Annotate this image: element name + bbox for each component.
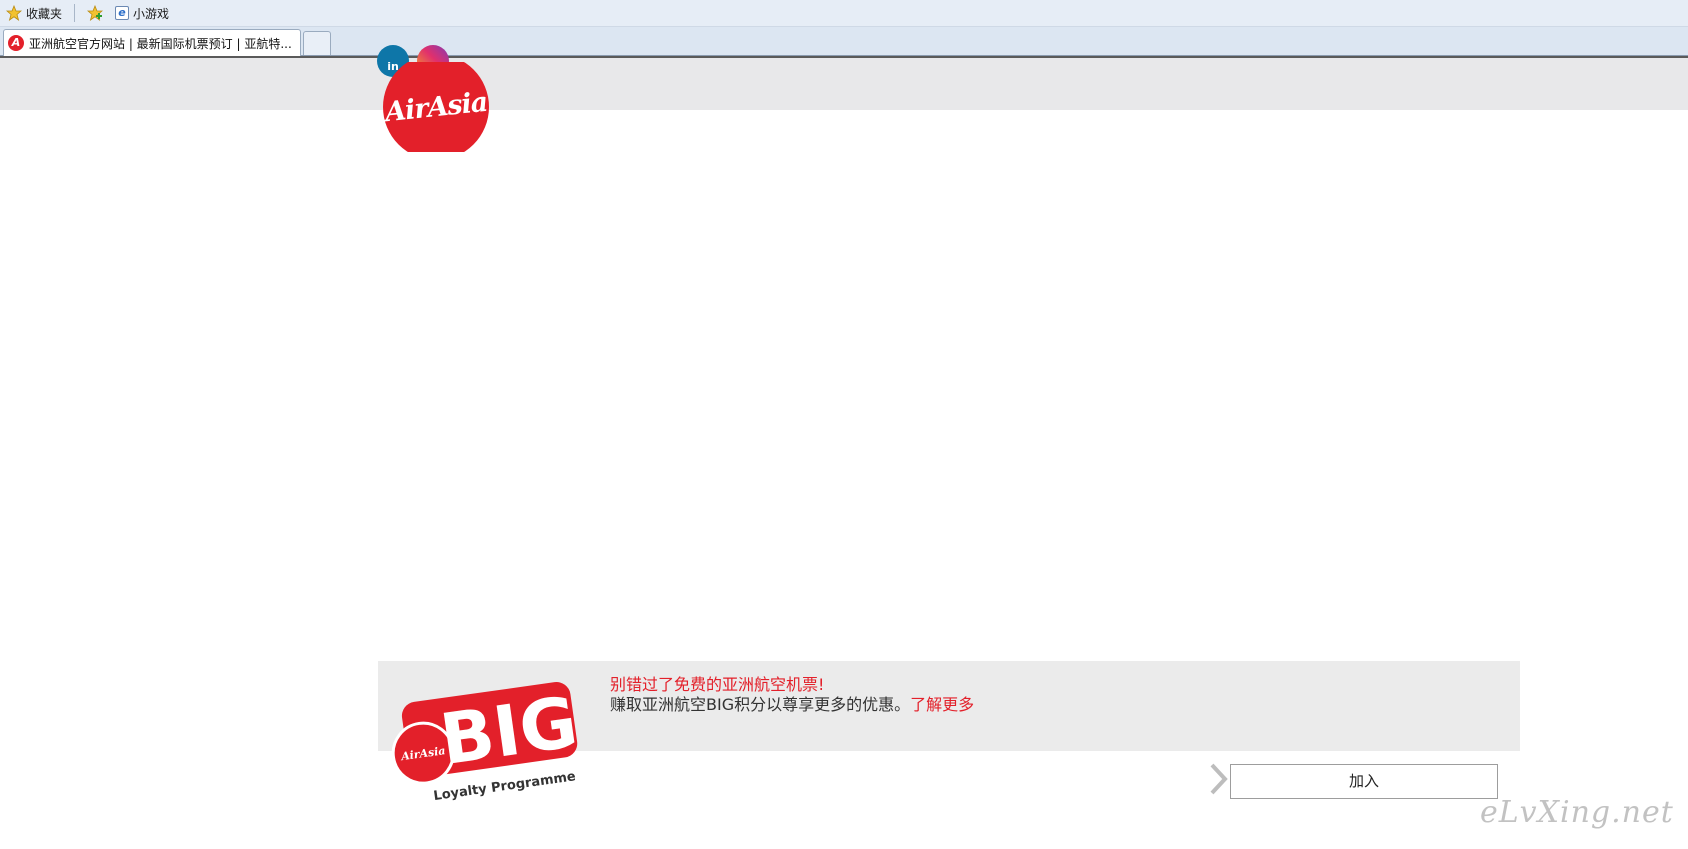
join-button[interactable]: 加入 xyxy=(1230,764,1498,799)
favorite-link-label: 小游戏 xyxy=(133,6,170,21)
header-band xyxy=(0,58,1688,110)
favorites-button[interactable]: 收藏夹 xyxy=(0,0,68,27)
new-tab-button[interactable] xyxy=(303,31,331,55)
promo-title: 别错过了免费的亚洲航空机票! xyxy=(610,675,825,694)
add-favorite-icon xyxy=(86,4,104,21)
logo-text: AirAsia xyxy=(383,86,489,128)
big-logo-word: BIG xyxy=(435,681,582,781)
active-tab[interactable]: A 亚洲航空官方网站 | 最新国际机票预订 | 亚航特... xyxy=(3,29,301,56)
big-loyalty-logo: AirAsia BIG Loyalty Programme xyxy=(391,681,582,804)
chevron-right-icon xyxy=(1210,763,1228,795)
separator xyxy=(74,4,76,22)
airasia-favicon-icon: A xyxy=(8,35,24,51)
ie-page-icon: e xyxy=(115,6,130,20)
star-icon xyxy=(5,4,23,21)
airasia-logo[interactable]: AirAsia xyxy=(383,62,489,152)
favorites-label: 收藏夹 xyxy=(26,6,63,21)
favorites-bar: 收藏夹 e 小游戏 xyxy=(0,0,1688,27)
promo-text-block: 别错过了免费的亚洲航空机票! 赚取亚洲航空BIG积分以尊享更多的优惠。了解更多 xyxy=(610,675,974,715)
tab-title: 亚洲航空官方网站 | 最新国际机票预订 | 亚航特... xyxy=(29,36,292,51)
tab-bar: A 亚洲航空官方网站 | 最新国际机票预订 | 亚航特... xyxy=(0,27,1688,56)
promo-subtitle: 赚取亚洲航空BIG积分以尊享更多的优惠。了解更多 xyxy=(610,695,974,715)
watermark: eLvXing.net xyxy=(1480,795,1674,830)
favorite-link-games[interactable]: e 小游戏 xyxy=(109,0,175,27)
logo-circle: AirAsia xyxy=(383,62,489,152)
promo-subtitle-text: 赚取亚洲航空BIG积分以尊享更多的优惠。 xyxy=(610,695,911,714)
learn-more-link[interactable]: 了解更多 xyxy=(910,695,974,714)
add-favorite-button[interactable] xyxy=(81,0,109,27)
